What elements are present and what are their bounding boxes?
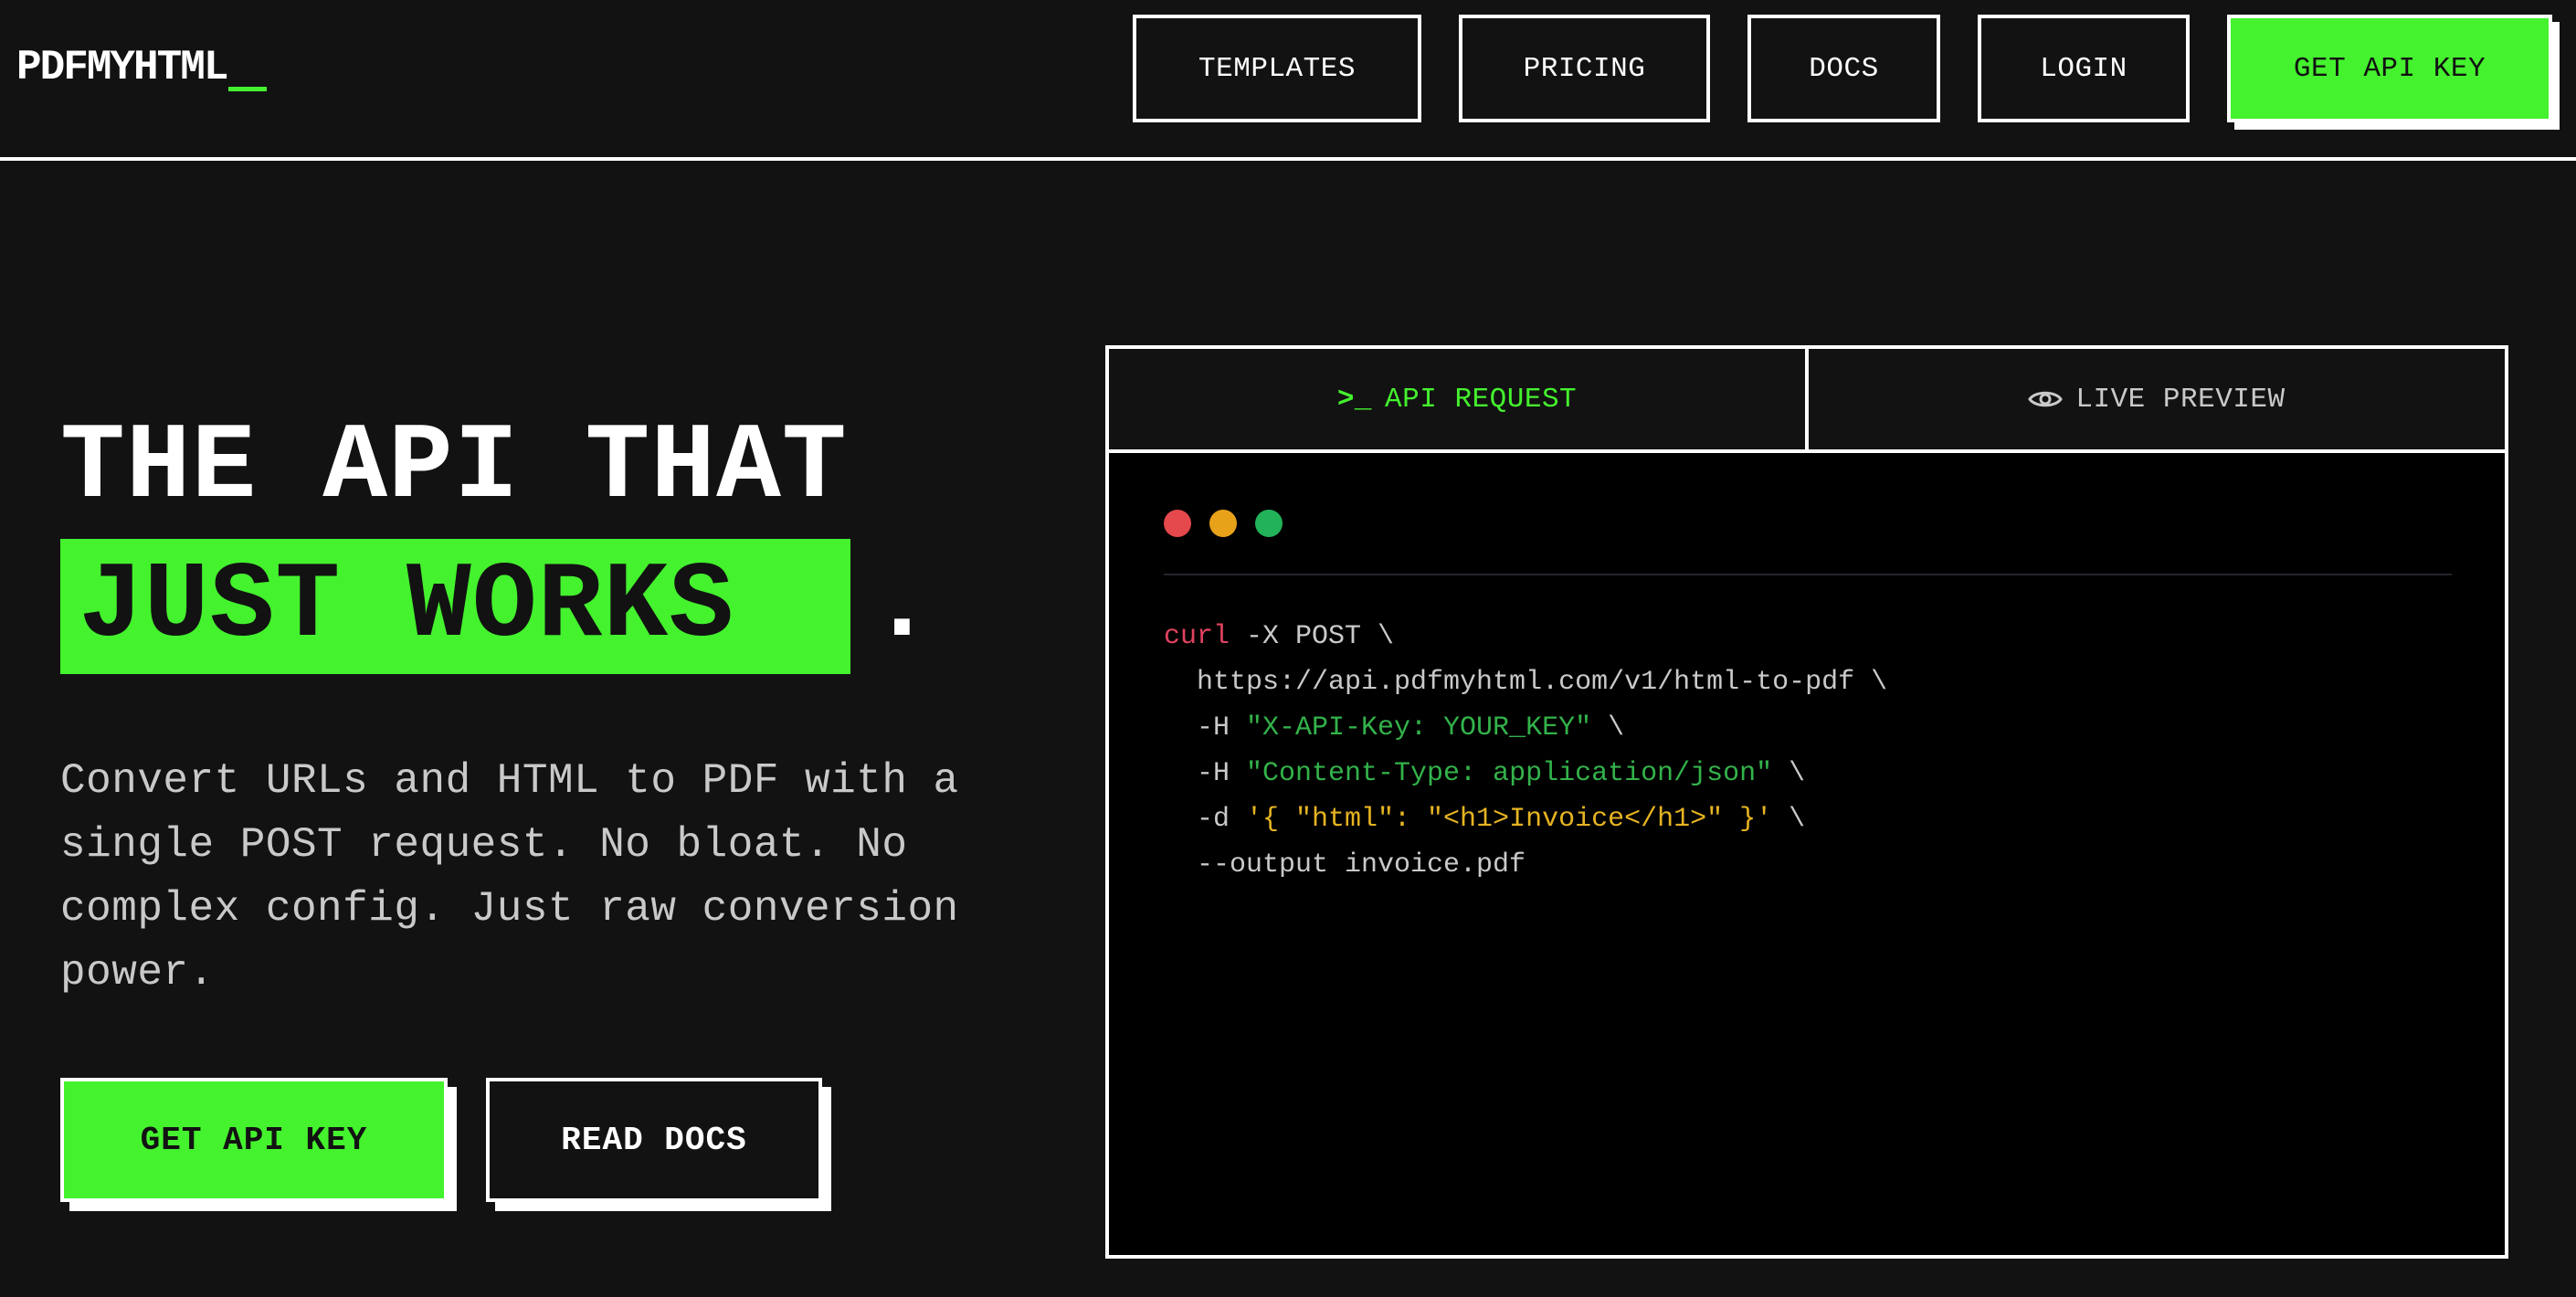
hero-read-docs-button[interactable]: READ DOCS xyxy=(486,1078,822,1202)
window-controls xyxy=(1164,510,1283,537)
tab-api-request[interactable]: >_ API REQUEST xyxy=(1109,349,1809,449)
code-block: curl -X POST \ https://api.pdfmyhtml.com… xyxy=(1164,614,1887,888)
code-panel: >_ API REQUEST LIVE PREVIEW curl -X POST… xyxy=(1105,345,2508,1259)
tab-live-preview-label: LIVE PREVIEW xyxy=(2075,383,2286,416)
nav-templates-button[interactable]: TEMPLATES xyxy=(1133,15,1421,122)
nav-pricing-button[interactable]: PRICING xyxy=(1459,15,1710,122)
nav-get-api-key-button[interactable]: GET API KEY xyxy=(2227,15,2552,122)
logo-text: PDFMYHTML xyxy=(16,44,228,91)
tab-api-request-label: API REQUEST xyxy=(1385,383,1578,416)
logo-cursor-icon xyxy=(228,87,268,91)
code-line: https://api.pdfmyhtml.com/v1/html-to-pdf… xyxy=(1164,667,1888,698)
window-dot-green xyxy=(1255,510,1283,537)
terminal-icon: >_ xyxy=(1336,383,1373,416)
hero-subtext: Convert URLs and HTML to PDF with a sing… xyxy=(60,757,959,996)
panel-tabs: >_ API REQUEST LIVE PREVIEW xyxy=(1109,349,2505,453)
hero-headline-line2: JUST WORKS xyxy=(79,546,735,668)
code-line: -d '{ "html": "<h1>Invoice</h1>" }' \ xyxy=(1164,804,1806,835)
nav-login-button[interactable]: LOGIN xyxy=(1978,15,2190,122)
tab-live-preview[interactable]: LIVE PREVIEW xyxy=(1809,349,2505,449)
code-line: -H "Content-Type: application/json" \ xyxy=(1164,758,1806,789)
code-line: --output invoice.pdf xyxy=(1164,849,1526,880)
eye-icon xyxy=(2028,391,2064,407)
hero-headline-line1: THE API THAT xyxy=(60,407,848,529)
logo[interactable]: PDFMYHTML xyxy=(16,40,268,95)
code-divider xyxy=(1164,574,2452,575)
nav-docs-button[interactable]: DOCS xyxy=(1747,15,1940,122)
hero-get-api-key-button[interactable]: GET API KEY xyxy=(60,1078,448,1202)
top-navbar: PDFMYHTML TEMPLATES PRICING DOCS LOGIN G… xyxy=(0,0,2576,161)
code-line: curl -X POST \ xyxy=(1164,621,1395,652)
window-dot-yellow xyxy=(1209,510,1237,537)
hero-headline-dot: . xyxy=(870,546,934,668)
window-dot-red xyxy=(1164,510,1191,537)
code-line: -H "X-API-Key: YOUR_KEY" \ xyxy=(1164,712,1625,743)
